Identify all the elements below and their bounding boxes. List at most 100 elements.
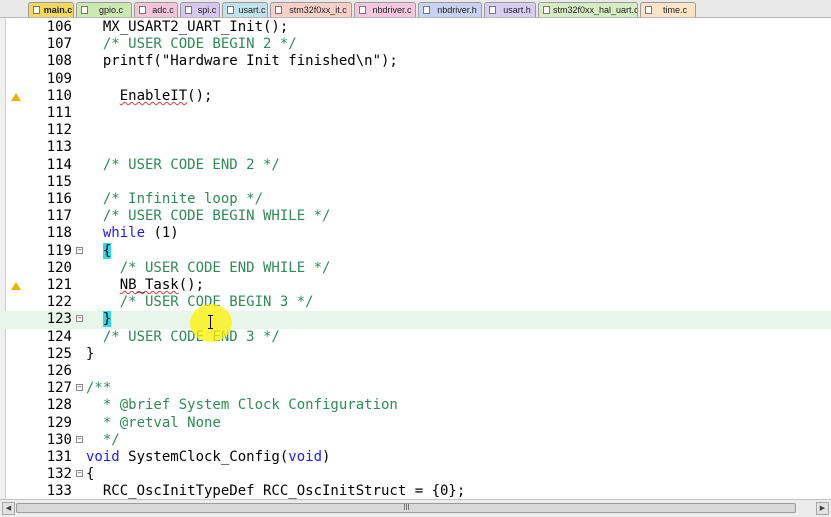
code-line[interactable]: 118 while (1) bbox=[0, 225, 831, 242]
code-line[interactable]: 127−/** bbox=[0, 380, 831, 397]
line-number: 132 bbox=[46, 466, 72, 483]
code-text[interactable]: RCC_OscInitTypeDef RCC_OscInitStruct = {… bbox=[86, 483, 465, 499]
line-number: 120 bbox=[46, 259, 72, 276]
tab-main-c[interactable]: main.c bbox=[28, 2, 74, 17]
tab-label: adc.c bbox=[152, 5, 174, 15]
horizontal-scrollbar[interactable]: ◀ ▶ bbox=[0, 499, 831, 517]
code-text[interactable]: } bbox=[86, 311, 112, 328]
code-line[interactable]: 122 /* USER CODE BEGIN 3 */ bbox=[0, 294, 831, 311]
code-line[interactable]: 109 bbox=[0, 71, 831, 88]
tab-label: stm32f0xx_it.c bbox=[289, 5, 347, 15]
code-text[interactable]: void SystemClock_Config(void) bbox=[86, 449, 330, 466]
file-icon bbox=[275, 6, 282, 14]
line-number: 116 bbox=[46, 191, 72, 207]
code-line[interactable]: 119− { bbox=[0, 242, 831, 260]
tab-stm32f0xx-it-c[interactable]: stm32f0xx_it.c bbox=[270, 2, 352, 17]
line-number: 108 bbox=[46, 53, 72, 70]
line-number: 122 bbox=[46, 294, 72, 311]
code-line[interactable]: 120 /* USER CODE END WHILE */ bbox=[0, 260, 831, 277]
line-number: 109 bbox=[46, 70, 72, 87]
tab-adc-c[interactable]: adc.c bbox=[134, 2, 178, 17]
line-number: 117 bbox=[46, 208, 72, 225]
tab-nbdriver-h[interactable]: nbdriver.h bbox=[418, 2, 482, 17]
line-number: 107 bbox=[46, 36, 72, 53]
code-line[interactable]: 108 printf("Hardware Init finished\n"); bbox=[0, 53, 831, 70]
line-number: 125 bbox=[46, 345, 72, 362]
file-icon bbox=[227, 6, 234, 14]
scroll-left-button[interactable]: ◀ bbox=[2, 502, 15, 515]
code-line[interactable]: 123− } bbox=[0, 311, 831, 329]
code-text[interactable]: /* USER CODE BEGIN 2 */ bbox=[86, 36, 297, 53]
code-text[interactable]: MX_USART2_UART_Init(); bbox=[86, 19, 288, 36]
tab-label: spi.c bbox=[197, 5, 217, 15]
code-line[interactable]: 132−{ bbox=[0, 466, 831, 483]
code-text[interactable]: /* USER CODE END WHILE */ bbox=[86, 260, 331, 277]
code-line[interactable]: 110 EnableIT(); bbox=[0, 88, 831, 105]
file-icon bbox=[543, 6, 550, 14]
tab-label: nbdriver.c bbox=[372, 5, 412, 15]
code-line[interactable]: 116 /* Infinite loop */ bbox=[0, 191, 831, 208]
warning-icon[interactable] bbox=[11, 92, 21, 101]
tab-gpio-c[interactable]: gpio.c bbox=[76, 2, 132, 17]
code-line[interactable]: 121 NB_Task(); bbox=[0, 277, 831, 294]
code-line[interactable]: 115 bbox=[0, 174, 831, 191]
code-text[interactable]: /* USER CODE END 3 */ bbox=[86, 329, 280, 346]
code-text[interactable]: * @brief System Clock Configuration bbox=[86, 397, 398, 414]
line-number: 106 bbox=[46, 19, 72, 35]
scroll-right-button[interactable]: ▶ bbox=[816, 502, 829, 515]
code-text[interactable]: printf("Hardware Init finished\n"); bbox=[86, 53, 398, 70]
fold-toggle-icon[interactable]: − bbox=[76, 384, 83, 392]
code-line[interactable]: 125} bbox=[0, 346, 831, 363]
tab-stm32f0xx-hal-uart-c[interactable]: stm32f0xx_hal_uart.c bbox=[538, 2, 638, 17]
tab-usart-c[interactable]: usart.c bbox=[222, 2, 268, 17]
tab-spi-c[interactable]: spi.c bbox=[180, 2, 220, 17]
code-line[interactable]: 117 /* USER CODE BEGIN WHILE */ bbox=[0, 208, 831, 225]
code-text[interactable]: { bbox=[86, 242, 112, 260]
file-icon bbox=[423, 6, 430, 14]
code-text[interactable]: while (1) bbox=[86, 225, 179, 242]
code-line[interactable]: 130− */ bbox=[0, 432, 831, 449]
code-text[interactable]: /* USER CODE BEGIN WHILE */ bbox=[86, 208, 331, 225]
fold-toggle-icon[interactable]: − bbox=[76, 470, 83, 478]
code-line[interactable]: 124 /* USER CODE END 3 */ bbox=[0, 329, 831, 346]
tab-label: stm32f0xx_hal_uart.c bbox=[553, 5, 638, 15]
tab-usart-h[interactable]: usart.h bbox=[484, 2, 536, 17]
file-icon bbox=[139, 6, 146, 14]
file-icon bbox=[33, 6, 40, 14]
fold-toggle-icon[interactable]: − bbox=[76, 246, 83, 254]
code-line[interactable]: 128 * @brief System Clock Configuration bbox=[0, 397, 831, 414]
line-number: 127 bbox=[46, 380, 72, 397]
fold-toggle-icon[interactable]: − bbox=[76, 435, 83, 443]
code-text[interactable]: /* USER CODE END 2 */ bbox=[86, 157, 280, 174]
file-icon bbox=[185, 6, 192, 14]
tab-label: time.c bbox=[662, 5, 687, 15]
code-line[interactable]: 113 bbox=[0, 139, 831, 156]
code-text[interactable]: * @retval None bbox=[86, 415, 221, 432]
code-text[interactable]: { bbox=[86, 466, 94, 483]
code-text[interactable]: /* Infinite loop */ bbox=[86, 191, 263, 208]
code-text[interactable]: */ bbox=[86, 432, 120, 449]
code-text[interactable]: EnableIT(); bbox=[86, 88, 213, 105]
tab-label: gpio.c bbox=[98, 5, 124, 15]
code-line[interactable]: 131 void SystemClock_Config(void) bbox=[0, 449, 831, 466]
fold-toggle-icon[interactable]: − bbox=[76, 315, 83, 323]
code-line[interactable]: 106 MX_USART2_UART_Init(); bbox=[0, 19, 831, 36]
line-number: 110 bbox=[46, 87, 72, 104]
code-editor[interactable]: 106 MX_USART2_UART_Init(); 107 /* USER CO… bbox=[0, 18, 831, 499]
tab-nbdriver-c[interactable]: nbdriver.c bbox=[354, 2, 416, 17]
line-number: 113 bbox=[46, 139, 72, 156]
warning-icon[interactable] bbox=[11, 282, 21, 290]
line-number: 123 bbox=[46, 311, 72, 328]
code-line[interactable]: 112 bbox=[0, 122, 831, 139]
code-line[interactable]: 133 RCC_OscInitTypeDef RCC_OscInitStruct… bbox=[0, 483, 831, 499]
tab-time-c[interactable]: time.c bbox=[640, 2, 696, 17]
code-line[interactable]: 129 * @retval None bbox=[0, 415, 831, 432]
code-line[interactable]: 114 /* USER CODE END 2 */ bbox=[0, 157, 831, 174]
scrollbar-grip-icon bbox=[404, 504, 410, 510]
code-line[interactable]: 126 bbox=[0, 363, 831, 380]
code-line[interactable]: 111 bbox=[0, 105, 831, 122]
code-text[interactable]: } bbox=[86, 346, 94, 363]
code-text[interactable]: /** bbox=[86, 380, 111, 397]
code-text[interactable]: NB_Task(); bbox=[86, 277, 204, 294]
code-line[interactable]: 107 /* USER CODE BEGIN 2 */ bbox=[0, 36, 831, 53]
